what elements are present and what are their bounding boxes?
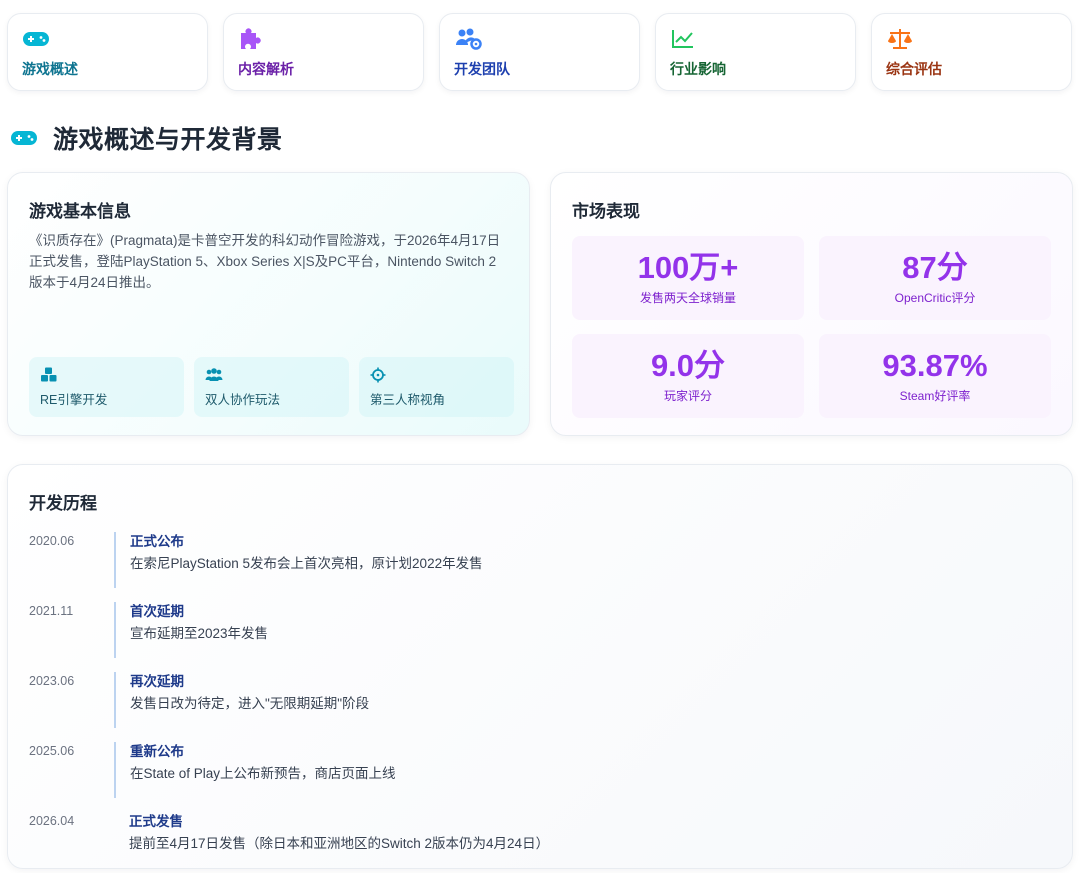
timeline-date: 2021.11: [29, 604, 74, 618]
nav-label: 开发团队: [454, 61, 510, 77]
timeline-date: 2025.06: [29, 744, 75, 758]
stat-value: 93.87%: [882, 348, 988, 383]
gamepad-icon: [11, 131, 37, 145]
timeline-title: 首次延期: [130, 604, 184, 619]
stat-sales: 100万+ 发售两天全球销量: [572, 236, 804, 320]
market-performance-card: 市场表现 100万+ 发售两天全球销量 87分 OpenCritic评分 9.0…: [550, 172, 1073, 436]
timeline-item: 2023.06 再次延期 发售日改为待定，进入"无限期延期"阶段: [29, 672, 1051, 742]
stat-label: 玩家评分: [663, 389, 712, 403]
feature-re-engine: RE引擎开发: [29, 357, 184, 417]
card-title: 游戏基本信息: [29, 202, 131, 221]
crosshairs-icon: [370, 367, 386, 383]
timeline-item: 2025.06 重新公布 在State of Play上公布新预告，商店页面上线: [29, 742, 1051, 812]
stat-steam-rating: 93.87% Steam好评率: [819, 334, 1051, 418]
feature-list: RE引擎开发 双人协作玩法 第三人称视角: [29, 357, 514, 417]
card-title: 开发历程: [29, 494, 97, 513]
feature-label: RE引擎开发: [40, 393, 108, 407]
nav-label: 综合评估: [886, 61, 942, 77]
users-gear-icon: [456, 28, 482, 50]
timeline-text: 在索尼PlayStation 5发布会上首次亮相，原计划2022年发售: [130, 556, 483, 571]
section-heading: 游戏概述与开发背景: [7, 120, 283, 156]
timeline-body: 正式公布 在索尼PlayStation 5发布会上首次亮相，原计划2022年发售: [114, 532, 483, 588]
timeline-body: 正式发售 提前至4月17日发售（除日本和亚洲地区的Switch 2版本仍为4月2…: [114, 812, 549, 868]
timeline-title: 正式发售: [129, 814, 183, 829]
timeline-title: 再次延期: [130, 674, 184, 689]
timeline-item: 2026.04 正式发售 提前至4月17日发售（除日本和亚洲地区的Switch …: [29, 812, 1051, 873]
timeline-text: 发售日改为待定，进入"无限期延期"阶段: [130, 696, 370, 711]
nav-card-content[interactable]: 内容解析: [223, 13, 424, 91]
development-history-card: 开发历程 2020.06 正式公布 在索尼PlayStation 5发布会上首次…: [7, 464, 1073, 869]
nav-card-team[interactable]: 开发团队: [439, 13, 640, 91]
section-nav: 游戏概述 内容解析 开发团队 行业影响 综合评估: [7, 13, 1072, 91]
balance-scale-icon: [888, 29, 912, 49]
timeline-item: 2021.11 首次延期 宣布延期至2023年发售: [29, 602, 1051, 672]
timeline-body: 首次延期 宣布延期至2023年发售: [114, 602, 268, 658]
puzzle-piece-icon: [241, 28, 261, 49]
timeline-date: 2026.04: [29, 814, 75, 828]
users-icon: [205, 368, 223, 381]
timeline-text: 在State of Play上公布新预告，商店页面上线: [130, 766, 396, 781]
stat-label: 发售两天全球销量: [639, 291, 736, 305]
stat-player-score: 9.0分 玩家评分: [572, 334, 804, 418]
nav-label: 内容解析: [238, 61, 294, 77]
cubes-icon: [41, 367, 57, 382]
nav-card-industry[interactable]: 行业影响: [655, 13, 856, 91]
timeline-text: 提前至4月17日发售（除日本和亚洲地区的Switch 2版本仍为4月24日）: [129, 836, 550, 851]
nav-label: 行业影响: [670, 61, 726, 77]
feature-label: 双人协作玩法: [205, 393, 281, 407]
timeline-body: 再次延期 发售日改为待定，进入"无限期延期"阶段: [114, 672, 369, 728]
feature-third-person: 第三人称视角: [359, 357, 514, 417]
stat-label: OpenCritic评分: [894, 291, 976, 305]
timeline-item: 2020.06 正式公布 在索尼PlayStation 5发布会上首次亮相，原计…: [29, 532, 1051, 602]
feature-label: 第三人称视角: [370, 393, 446, 407]
card-title: 市场表现: [572, 202, 640, 221]
stat-value: 87分: [902, 250, 968, 285]
timeline: 2020.06 正式公布 在索尼PlayStation 5发布会上首次亮相，原计…: [29, 532, 1051, 873]
stat-value: 100万+: [637, 250, 739, 285]
nav-card-overview[interactable]: 游戏概述: [7, 13, 208, 91]
stat-label: Steam好评率: [899, 389, 971, 403]
stats-grid: 100万+ 发售两天全球销量 87分 OpenCritic评分 9.0分 玩家评…: [572, 236, 1051, 418]
timeline-date: 2023.06: [29, 674, 75, 688]
stat-opencritic: 87分 OpenCritic评分: [819, 236, 1051, 320]
timeline-text: 宣布延期至2023年发售: [130, 626, 269, 641]
gamepad-icon: [23, 32, 49, 46]
game-description: 《识质存在》(Pragmata)是卡普空开发的科幻动作冒险游戏，于2026年4月…: [29, 233, 501, 290]
nav-card-evaluation[interactable]: 综合评估: [871, 13, 1072, 91]
timeline-title: 重新公布: [130, 744, 184, 759]
page-title: 游戏概述与开发背景: [53, 126, 283, 154]
feature-coop: 双人协作玩法: [194, 357, 349, 417]
stat-value: 9.0分: [650, 348, 726, 383]
timeline-date: 2020.06: [29, 534, 75, 548]
basic-info-card: 游戏基本信息 《识质存在》(Pragmata)是卡普空开发的科幻动作冒险游戏，于…: [7, 172, 530, 436]
timeline-body: 重新公布 在State of Play上公布新预告，商店页面上线: [114, 742, 396, 798]
timeline-title: 正式公布: [130, 534, 184, 549]
nav-label: 游戏概述: [22, 61, 78, 77]
chart-line-icon: [672, 30, 693, 48]
